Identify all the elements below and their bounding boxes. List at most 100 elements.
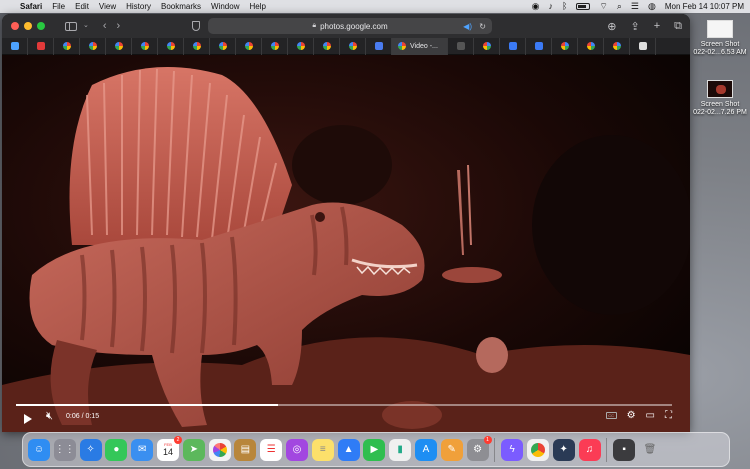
- muted-speaker-icon[interactable]: 🔇︎: [46, 410, 53, 423]
- wikipedia-icon: [638, 42, 647, 50]
- captions-icon[interactable]: CC: [605, 412, 617, 419]
- tab-favicon[interactable]: [448, 37, 474, 55]
- menu-file[interactable]: File: [52, 2, 65, 11]
- menu-view[interactable]: View: [99, 2, 116, 11]
- reminders-icon[interactable]: ☰: [260, 438, 283, 461]
- notebook-icon[interactable]: ▤: [234, 438, 257, 461]
- play-icon[interactable]: [24, 414, 32, 424]
- finder-icon[interactable]: ☺: [28, 438, 50, 461]
- tab-photos[interactable]: [262, 37, 288, 55]
- tab-favicon[interactable]: [28, 37, 54, 55]
- privacy-shield-icon[interactable]: [192, 21, 200, 31]
- menu-help[interactable]: Help: [249, 2, 265, 11]
- music-app-icon[interactable]: ♫: [578, 438, 601, 461]
- tab-favicon[interactable]: [2, 37, 28, 55]
- safari-icon[interactable]: ✧: [79, 438, 102, 461]
- control-center-icon[interactable]: ☰: [631, 0, 639, 13]
- tab-google[interactable]: [552, 37, 578, 55]
- fullscreen-window-button[interactable]: [37, 22, 45, 30]
- tab-active-video[interactable]: Video -...: [392, 37, 448, 55]
- pages-icon[interactable]: ✎: [440, 438, 463, 461]
- keynote-icon[interactable]: ▲: [337, 438, 360, 461]
- menu-window[interactable]: Window: [211, 2, 239, 11]
- sidebar-toggle-icon[interactable]: [65, 21, 77, 31]
- google-photos-icon: [322, 42, 331, 50]
- desktop-file-screenshot[interactable]: Screen Shot 022-02...6.53 AM: [689, 20, 750, 57]
- settings-gear-icon[interactable]: ⚙: [627, 410, 636, 421]
- downloads-icon[interactable]: ⊕: [607, 20, 616, 33]
- airplay-icon[interactable]: ▭: [646, 410, 655, 421]
- notes-icon[interactable]: ≡: [311, 438, 334, 461]
- numbers-icon[interactable]: ▮: [389, 438, 412, 461]
- share-icon[interactable]: ⇪: [630, 20, 639, 33]
- tab-favicon-icon: [374, 42, 383, 50]
- spotlight-search-icon[interactable]: ⌕: [617, 0, 622, 13]
- terminal-icon[interactable]: ▪: [613, 438, 636, 461]
- screen-record-icon[interactable]: ◉: [532, 0, 540, 13]
- system-settings-icon[interactable]: ⚙ 1: [466, 435, 492, 461]
- menu-edit[interactable]: Edit: [75, 2, 89, 11]
- davinci-resolve-icon[interactable]: ✦: [552, 438, 575, 461]
- messenger-icon[interactable]: ϟ: [501, 438, 524, 461]
- menu-clock[interactable]: Mon Feb 14 10:07 PM: [665, 2, 744, 11]
- dock: ☺ ⋮⋮ ✧ ● ✉ FEB 14 2 ➤ ▤ ☰ ◎ ≡ ▲ ▶ ▮ A ✎ …: [22, 432, 730, 467]
- minimize-window-button[interactable]: [24, 22, 32, 30]
- speaker-icon[interactable]: ◀): [463, 22, 472, 31]
- forward-arrow-icon[interactable]: ›: [117, 14, 121, 38]
- tab-wikipedia[interactable]: [630, 37, 656, 55]
- facetime-icon[interactable]: ▶: [363, 438, 386, 461]
- settings-badge: 1: [483, 435, 492, 444]
- tab-photos[interactable]: [184, 37, 210, 55]
- launchpad-icon[interactable]: ⋮⋮: [53, 438, 76, 461]
- screenshot-thumbnail: [707, 20, 733, 38]
- tab-photos[interactable]: [80, 37, 106, 55]
- chevron-down-icon[interactable]: ⌄: [83, 14, 89, 38]
- messages-icon[interactable]: ●: [105, 438, 128, 461]
- app-store-icon[interactable]: A: [414, 438, 437, 461]
- google-photos-icon: [114, 42, 123, 50]
- active-tab-title: Video -...: [410, 42, 438, 50]
- google-icon: [612, 42, 621, 50]
- menu-history[interactable]: History: [126, 2, 151, 11]
- new-tab-icon[interactable]: +: [654, 20, 660, 32]
- wifi-icon[interactable]: ⌔: [599, 0, 607, 13]
- tab-docs[interactable]: [500, 37, 526, 55]
- close-window-button[interactable]: [11, 22, 19, 30]
- menu-bookmarks[interactable]: Bookmarks: [161, 2, 201, 11]
- fullscreen-icon[interactable]: ⛶: [665, 410, 672, 421]
- tab-photos[interactable]: [106, 37, 132, 55]
- tab-photos[interactable]: [288, 37, 314, 55]
- trash-icon[interactable]: 🗑︎: [639, 439, 661, 461]
- tab-favicon[interactable]: [366, 37, 392, 55]
- photos-icon[interactable]: [208, 438, 231, 461]
- menu-app-name[interactable]: Safari: [20, 2, 42, 11]
- google-photos-icon: [140, 42, 149, 50]
- mail-icon[interactable]: ✉: [131, 438, 154, 461]
- battery-icon[interactable]: [576, 3, 591, 10]
- reload-icon[interactable]: ↻: [479, 22, 486, 31]
- tab-photos[interactable]: [54, 37, 80, 55]
- desktop-file-screenshot[interactable]: Screen Shot 022-02...7.26 PM: [689, 80, 750, 117]
- music-icon[interactable]: ♪: [548, 0, 553, 13]
- back-arrow-icon[interactable]: ‹: [103, 14, 107, 38]
- tab-photos[interactable]: [210, 37, 236, 55]
- maps-icon[interactable]: ➤: [182, 438, 205, 461]
- video-player[interactable]: 🔇︎ 0:06 / 0:15 CC ⚙ ▭ ⛶: [2, 55, 690, 432]
- chrome-icon[interactable]: [526, 438, 549, 461]
- tab-docs[interactable]: [526, 37, 552, 55]
- video-progress-bar[interactable]: [16, 404, 672, 406]
- tab-photos[interactable]: [158, 37, 184, 55]
- tab-photos[interactable]: [132, 37, 158, 55]
- tab-photos[interactable]: [314, 37, 340, 55]
- tab-google[interactable]: [604, 37, 630, 55]
- podcasts-icon[interactable]: ◎: [285, 438, 308, 461]
- address-bar[interactable]: 🔒︎ photos.google.com ◀) ↻: [208, 18, 492, 34]
- tab-photos[interactable]: [340, 37, 366, 55]
- tab-google[interactable]: [474, 37, 500, 55]
- tab-photos[interactable]: [236, 37, 262, 55]
- bluetooth-icon[interactable]: ᛒ: [562, 0, 567, 13]
- calendar-icon[interactable]: FEB 14 2: [156, 435, 182, 461]
- tab-overview-icon[interactable]: ⧉: [674, 20, 682, 33]
- siri-icon[interactable]: ◍: [648, 0, 656, 13]
- tab-google[interactable]: [578, 37, 604, 55]
